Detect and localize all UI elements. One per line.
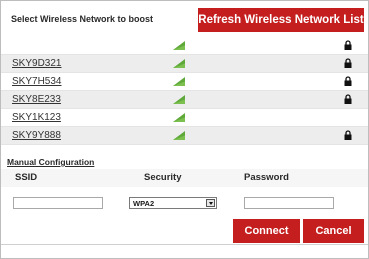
- ssid-input[interactable]: [13, 197, 103, 209]
- network-row[interactable]: [1, 37, 368, 55]
- network-row[interactable]: SKY9D321: [1, 55, 368, 73]
- security-selected-value: WPA2: [133, 198, 155, 208]
- signal-icon: [173, 95, 185, 104]
- security-select[interactable]: WPA2: [129, 197, 217, 209]
- refresh-network-list-button[interactable]: Refresh Wireless Network List: [198, 8, 364, 32]
- signal-icon: [173, 131, 185, 140]
- password-input[interactable]: [244, 197, 334, 209]
- footer-divider: [1, 244, 368, 245]
- network-ssid-link[interactable]: SKY9Y888: [12, 130, 61, 141]
- boost-network-panel: Select Wireless Network to boost Refresh…: [0, 0, 369, 259]
- lock-icon: [344, 94, 352, 104]
- network-row[interactable]: SKY9Y888: [1, 127, 368, 145]
- dropdown-arrow-icon[interactable]: [206, 199, 215, 207]
- signal-icon: [173, 113, 185, 122]
- connect-button[interactable]: Connect: [233, 219, 300, 243]
- network-list: SKY9D321 SKY7H534 SKY8E233 SKY1K123 SKY9…: [1, 37, 368, 145]
- password-column-label: Password: [244, 172, 289, 183]
- network-ssid-link[interactable]: SKY1K123: [12, 112, 61, 123]
- network-ssid-link[interactable]: SKY7H534: [12, 76, 61, 87]
- lock-icon: [344, 58, 352, 68]
- network-row[interactable]: SKY7H534: [1, 73, 368, 91]
- network-ssid-link[interactable]: SKY9D321: [12, 58, 61, 69]
- signal-icon: [173, 77, 185, 86]
- lock-icon: [344, 40, 352, 50]
- manual-config-header-band: [1, 169, 368, 187]
- cancel-button[interactable]: Cancel: [303, 219, 364, 243]
- signal-icon: [173, 41, 185, 50]
- ssid-column-label: SSID: [15, 172, 38, 183]
- network-ssid-link[interactable]: SKY8E233: [12, 94, 61, 105]
- network-row[interactable]: SKY8E233: [1, 91, 368, 109]
- lock-icon: [344, 76, 352, 86]
- signal-icon: [173, 59, 185, 68]
- network-row[interactable]: SKY1K123: [1, 109, 368, 127]
- select-network-prompt: Select Wireless Network to boost: [11, 14, 153, 24]
- security-column-label: Security: [144, 172, 182, 183]
- panel-header: Select Wireless Network to boost Refresh…: [1, 1, 368, 37]
- lock-icon: [344, 130, 352, 140]
- manual-configuration-heading: Manual Configuration: [7, 157, 95, 167]
